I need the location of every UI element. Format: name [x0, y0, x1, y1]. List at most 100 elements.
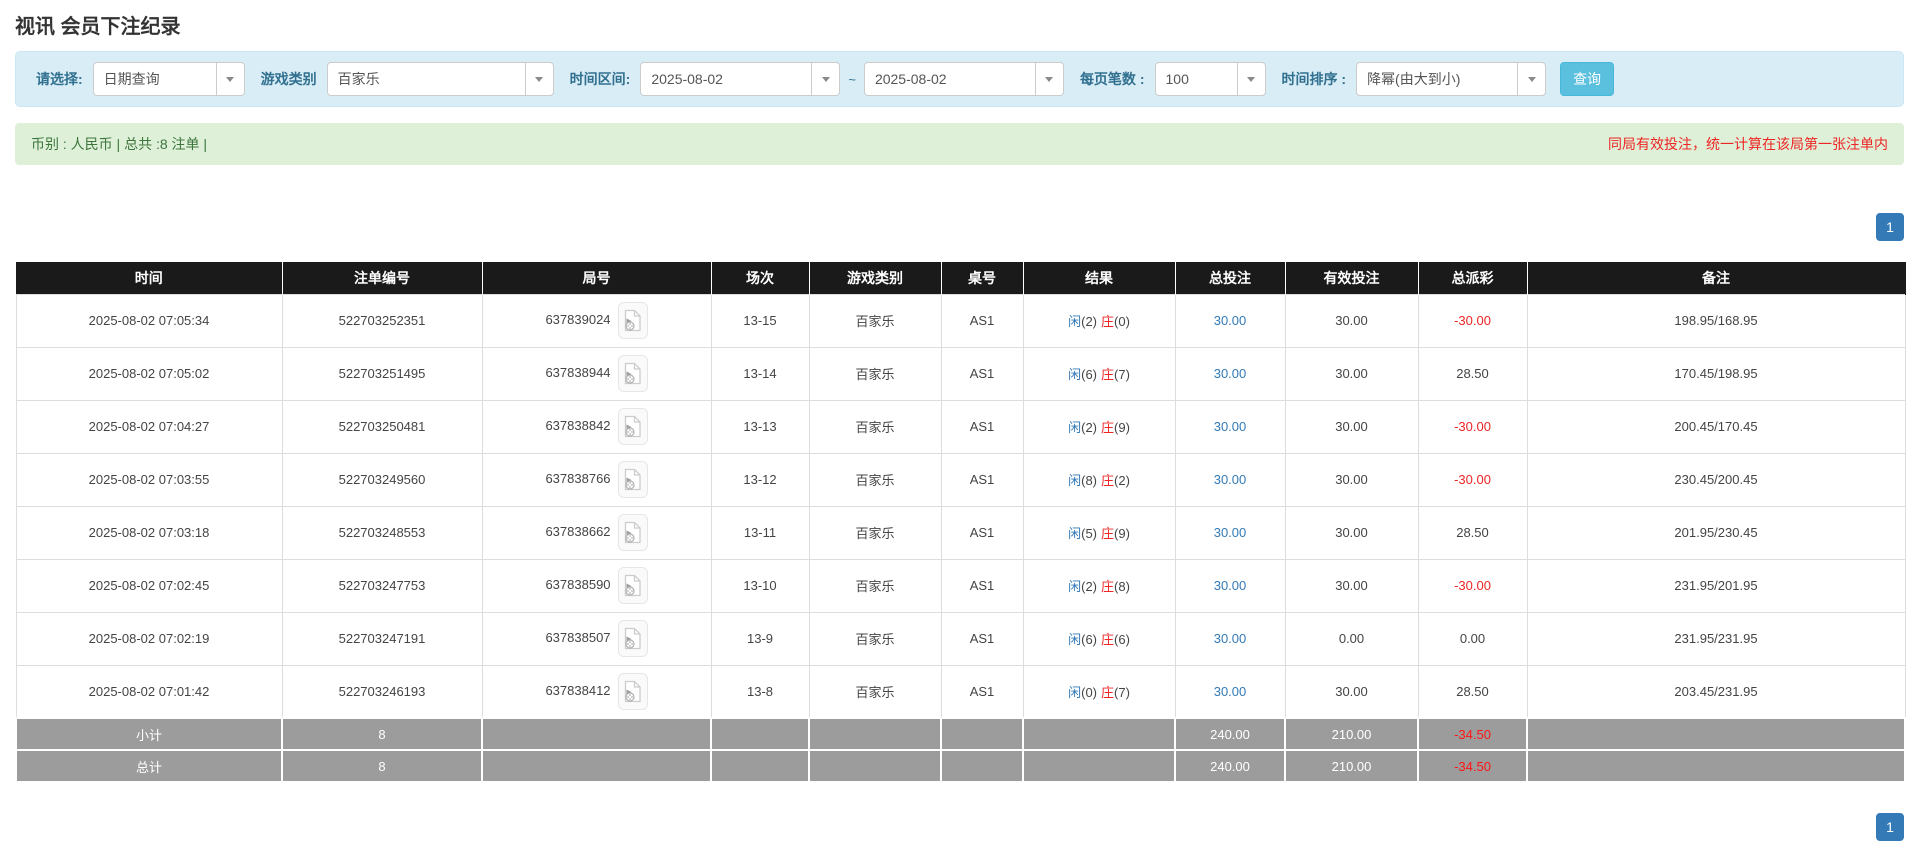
page-content: 视讯 会员下注纪录 请选择: 日期查询 游戏类别 百家乐 时间区间: 2025-… — [0, 0, 1919, 847]
col-header-table-no: 桌号 — [941, 262, 1024, 294]
summary-total-row: 总计 8 240.00 210.00 -34.50 — [15, 749, 1906, 783]
page-button-1-bottom[interactable]: 1 — [1876, 813, 1904, 841]
cell-session: 13-14 — [710, 346, 810, 401]
cell-result: 闲(6) 庄(6) — [1022, 611, 1176, 666]
cell-result: 闲(2) 庄(9) — [1022, 399, 1176, 454]
cell-bet-id: 522703247191 — [281, 611, 483, 666]
cell-valid-bet: 30.00 — [1284, 505, 1419, 560]
player-result-label: 闲 — [1068, 579, 1082, 594]
cell-valid-bet: 30.00 — [1284, 399, 1419, 454]
cell-round-id: 637838842 — [481, 399, 712, 454]
filter-label-page-size: 每页笔数 : — [1079, 71, 1145, 87]
page-title: 视讯 会员下注纪录 — [15, 16, 181, 38]
total-bet-link[interactable]: 30.00 — [1214, 366, 1247, 381]
cell-session: 13-15 — [710, 293, 810, 348]
cell-bet-id: 522703247753 — [281, 558, 483, 613]
cell-round-id: 637838662 — [481, 505, 712, 560]
query-type-value: 日期查询 — [103, 71, 160, 87]
total-bet-link[interactable]: 30.00 — [1214, 472, 1247, 487]
cell-round-id: 637838507 — [481, 611, 712, 666]
cell-game-type: 百家乐 — [808, 611, 942, 666]
cell-game-type: 百家乐 — [808, 452, 942, 507]
filter-label-select-type: 请选择: — [36, 71, 83, 87]
cell-table-no: AS1 — [940, 293, 1024, 348]
cell-result: 闲(2) 庄(0) — [1022, 293, 1176, 348]
cell-result: 闲(6) 庄(7) — [1022, 346, 1176, 401]
banker-result-score: (6) — [1114, 632, 1130, 647]
banker-result-score: (9) — [1114, 420, 1130, 435]
cell-game-type: 百家乐 — [808, 505, 942, 560]
video-replay-button[interactable] — [617, 567, 648, 604]
video-replay-button[interactable] — [617, 408, 648, 445]
player-result-label: 闲 — [1068, 314, 1082, 329]
time-sort-dropdown[interactable]: 降幂(由大到小) — [1356, 62, 1547, 96]
query-type-dropdown[interactable]: 日期查询 — [92, 62, 245, 96]
video-replay-button[interactable] — [617, 302, 648, 339]
cell-total-bet: 30.00 — [1174, 399, 1286, 454]
page-button-1[interactable]: 1 — [1876, 213, 1904, 241]
cell-remark: 198.95/168.95 — [1526, 293, 1906, 348]
cell-valid-bet: 30.00 — [1284, 558, 1419, 613]
total-bet-link[interactable]: 30.00 — [1214, 419, 1247, 434]
chevron-down-icon — [1517, 63, 1545, 95]
col-header-total-bet: 总投注 — [1175, 262, 1286, 294]
summary-total-row: 小计 8 240.00 210.00 -34.50 — [15, 717, 1906, 751]
footer-payout: -34.50 — [1417, 717, 1528, 751]
cell-table-no: AS1 — [940, 346, 1024, 401]
video-replay-button[interactable] — [617, 620, 648, 657]
banker-result-label: 庄 — [1101, 526, 1115, 541]
cell-game-type: 百家乐 — [808, 558, 942, 613]
valid-bet-notice-text: 同局有效投注，统一计算在该局第一张注单内 — [1608, 136, 1888, 152]
date-range-separator: ~ — [848, 71, 856, 87]
total-bet-link[interactable]: 30.00 — [1214, 578, 1247, 593]
cell-time: 2025-08-02 07:05:34 — [15, 293, 283, 348]
banker-result-label: 庄 — [1101, 367, 1115, 382]
game-category-value: 百家乐 — [337, 71, 380, 87]
total-bet-link[interactable]: 30.00 — [1214, 313, 1247, 328]
col-header-bet-id: 注单编号 — [282, 262, 483, 294]
pagination-bottom: 1 — [15, 813, 1904, 841]
cell-remark: 231.95/231.95 — [1526, 611, 1906, 666]
chevron-down-icon — [811, 63, 839, 95]
video-replay-button[interactable] — [617, 672, 648, 710]
total-bet-link[interactable]: 30.00 — [1214, 684, 1247, 699]
cell-payout: -30.00 — [1417, 558, 1528, 613]
total-bet-link[interactable]: 30.00 — [1214, 631, 1247, 646]
cell-table-no: AS1 — [940, 505, 1024, 560]
round-id-text: 637838766 — [545, 470, 611, 486]
cell-valid-bet: 0.00 — [1284, 611, 1419, 666]
total-bet-link[interactable]: 30.00 — [1214, 525, 1247, 540]
cell-round-id: 637838766 — [481, 452, 712, 507]
player-result-score: (0) — [1081, 684, 1097, 700]
video-replay-button[interactable] — [617, 461, 648, 498]
cell-total-bet: 30.00 — [1174, 452, 1286, 507]
footer-total-bet: 240.00 — [1174, 749, 1286, 783]
round-id-text: 637838412 — [545, 682, 611, 698]
cell-remark: 203.45/231.95 — [1526, 664, 1906, 719]
video-replay-button[interactable] — [617, 514, 648, 551]
banker-result-score: (8) — [1114, 579, 1130, 594]
cell-session: 13-11 — [710, 505, 810, 560]
game-category-dropdown[interactable]: 百家乐 — [326, 62, 554, 96]
cell-payout: 0.00 — [1417, 611, 1528, 666]
date-to-dropdown[interactable]: 2025-08-02 — [863, 62, 1064, 96]
cell-payout: -30.00 — [1417, 399, 1528, 454]
banker-result-label: 庄 — [1101, 420, 1115, 435]
date-from-dropdown[interactable]: 2025-08-02 — [640, 62, 841, 96]
chevron-down-icon — [524, 63, 553, 95]
col-header-time: 时间 — [16, 262, 283, 294]
cell-bet-id: 522703246193 — [281, 664, 483, 719]
video-file-icon — [624, 362, 641, 385]
round-id-text: 637839024 — [545, 311, 611, 327]
cell-bet-id: 522703248553 — [281, 505, 483, 560]
table-row: 2025-08-02 07:05:02 522703251495 6378389… — [15, 346, 1906, 401]
cell-total-bet: 30.00 — [1174, 346, 1286, 401]
page-size-dropdown[interactable]: 100 — [1154, 62, 1266, 96]
video-replay-button[interactable] — [617, 355, 648, 392]
cell-total-bet: 30.00 — [1174, 664, 1286, 719]
cell-remark: 170.45/198.95 — [1526, 346, 1906, 401]
cell-time: 2025-08-02 07:04:27 — [15, 399, 283, 454]
search-button[interactable]: 查询 — [1560, 62, 1615, 96]
cell-payout: 28.50 — [1417, 346, 1528, 401]
table-row: 2025-08-02 07:03:18 522703248553 6378386… — [15, 505, 1906, 560]
